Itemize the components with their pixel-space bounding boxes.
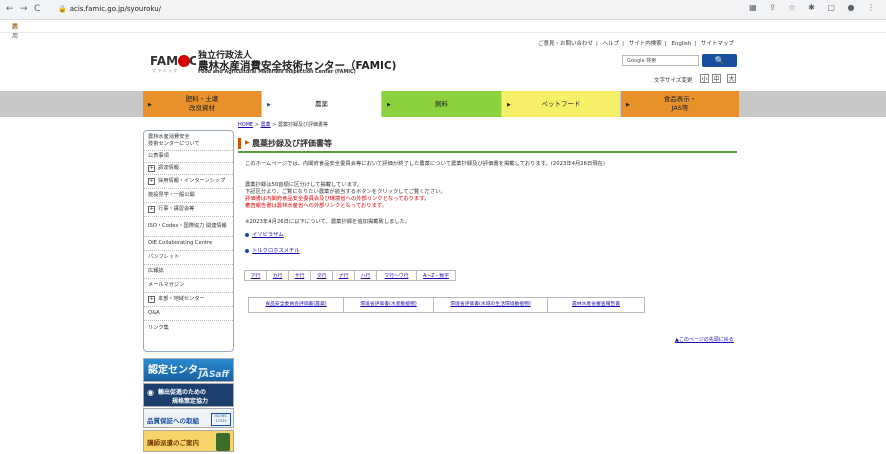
forward-arrow-icon[interactable]: → — [20, 3, 28, 15]
triangle-right-icon: ▶ — [267, 102, 271, 108]
contact-link[interactable]: ご意見・お問い合わせ — [538, 41, 593, 47]
page-title-bar: ▶ 農薬抄録及び評価書等 — [238, 137, 737, 153]
sidebar-menu: 農林水産消費安全 技術センターについて 公表事項 + 調達情報 + 採用情報・インタ… — [143, 130, 234, 352]
triangle-right-icon: ▶ — [507, 102, 511, 108]
sidebar-item-recruitment[interactable]: + 採用情報・インターンシップ — [144, 175, 233, 189]
nav-food-labeling[interactable]: ▶ 食品表示・ JAS等 — [621, 91, 739, 117]
tab-env-water-life[interactable]: 環境省評価書 (水域の生活環境動植物) — [434, 297, 548, 313]
page-title: 農薬抄録及び評価書等 — [252, 139, 332, 148]
tab-env-aquatic[interactable]: 環境省評価書 (水産動植物) — [344, 297, 434, 313]
sidebar-item-mail-magazine[interactable]: メールマガジン — [144, 279, 233, 293]
triangle-right-icon: ▶ — [245, 139, 250, 146]
google-search-input[interactable]: Google 検索 — [622, 55, 699, 66]
font-size-medium-button[interactable]: 中 — [712, 74, 721, 83]
kana-tab-alpha-num[interactable]: A～Z・数字 — [416, 270, 456, 281]
new-item-link-1[interactable]: イソピラザム — [245, 230, 284, 238]
lock-icon: 🔒 — [58, 5, 67, 13]
famic-logo[interactable]: FAM C フ ァ ミ ッ ク — [148, 51, 198, 73]
intro-text: このホームページでは、内閣府食品安全委員会等において評価が終了した農薬について農… — [245, 161, 606, 167]
info-line-1: 農薬抄録は50音順に区分けして掲載しています。 — [245, 182, 363, 188]
sidebar-item-about[interactable]: 農林水産消費安全 技術センターについて — [144, 131, 233, 151]
svg-text:FAM: FAM — [150, 54, 178, 68]
notice-red-2: 審査報告書は農林水産省への外部リンクとなっております。 — [245, 203, 387, 209]
org-name-en: Food and Agricultural Materials Inspecti… — [198, 70, 356, 75]
tab-maff-review[interactable]: 農林水産省 審査報告書 — [548, 297, 645, 313]
kana-tab-ka[interactable]: カ行 — [266, 270, 288, 281]
kana-tab-sa[interactable]: サ行 — [288, 270, 310, 281]
font-size-label: 文字サイズ変更 — [654, 78, 693, 84]
sidebar-item-qa[interactable]: Q&A — [144, 307, 233, 321]
update-notice: ※2023年4月26日に以下について、農薬抄録を追加掲載致しました。 — [245, 219, 411, 225]
globe-icon: ◉ — [147, 388, 154, 397]
sidebar-item-disclosure[interactable]: 公表事項 — [144, 151, 233, 163]
kana-tab-a[interactable]: ア行 — [244, 270, 266, 281]
font-size-large-button[interactable]: 大 — [727, 74, 736, 83]
nav-feed[interactable]: ▶ 飼料 — [382, 91, 501, 117]
lecturer-illustration-icon — [216, 433, 230, 451]
kana-tab-na[interactable]: ナ行 — [332, 270, 354, 281]
breadcrumb-current: 農薬抄録及び評価書等 — [277, 122, 328, 128]
breadcrumb-home[interactable]: HOME — [238, 122, 253, 128]
sidebar-item-branches[interactable]: + 本部・地域センター — [144, 293, 233, 307]
sidebar-item-iso-codex[interactable]: ISO・Codex・国際協力 関連情報 — [144, 217, 233, 237]
address-bar[interactable]: 🔒 acis.famic.go.jp/syouroku/ — [58, 3, 803, 16]
font-size-small-button[interactable]: 小 — [700, 74, 709, 83]
sidebar-item-oie[interactable]: OIE Collaborating Centre — [144, 237, 233, 251]
bullet-icon — [245, 232, 249, 237]
search-button[interactable]: 🔍 — [702, 54, 737, 67]
breadcrumb-pesticide[interactable]: 農薬 — [261, 122, 271, 128]
english-link[interactable]: English — [671, 41, 691, 47]
sidebar-item-pr-magazine[interactable]: 広報誌 — [144, 265, 233, 279]
sidebar-item-tour[interactable]: 施設見学・一般公開 — [144, 189, 233, 203]
bullet-icon — [245, 248, 249, 253]
url-text: acis.famic.go.jp/syouroku/ — [69, 5, 161, 13]
expand-plus-icon[interactable]: + — [148, 165, 155, 172]
browser-toolbar: ← → C 🔒 acis.famic.go.jp/syouroku/ ▦ ⇪ ☆ … — [0, 0, 886, 20]
bookmarks-bar: ▦ 応用 — [0, 20, 886, 40]
nav-fertilizer[interactable]: ▶ 肥料・土壌 改良資材 — [143, 91, 261, 117]
search-icon: 🔍 — [714, 56, 725, 65]
svg-text:フ ァ ミ ッ ク: フ ァ ミ ッ ク — [152, 67, 177, 73]
header-links: ご意見・お問い合わせ | ヘルプ | サイト内検索 | English | サイトマップ — [538, 41, 734, 47]
expand-plus-icon[interactable]: + — [148, 296, 155, 303]
tab-fsc-evaluation[interactable]: 食品安全委員会評価書 (農薬) — [248, 297, 344, 313]
nav-pesticide[interactable]: ▶ 農薬 — [262, 91, 381, 117]
back-arrow-icon[interactable]: ← — [6, 3, 14, 15]
banner-export-standards[interactable]: 輸出促進のための 規格策定協力 ◉ — [143, 383, 234, 407]
back-to-top-link[interactable]: ▲このページの先頭に戻る — [675, 336, 734, 343]
new-item-link-2[interactable]: トルクロホスメチル — [245, 246, 300, 254]
help-link[interactable]: ヘルプ — [603, 41, 620, 47]
triangle-right-icon: ▶ — [148, 102, 152, 108]
sitemap-link[interactable]: サイトマップ — [701, 41, 734, 47]
reload-icon[interactable]: C — [34, 3, 40, 15]
kana-tab-ma-wa[interactable]: マ行～ワ行 — [376, 270, 416, 281]
banner-quality-assurance[interactable]: 品質保証への取組 ISO/IEC 17025 — [143, 408, 234, 428]
info-line-2: 下記区分より、ご覧になりたい農薬が該当するボタンをクリックしてご覧ください。 — [245, 189, 446, 195]
extension-icons[interactable]: ▦ ⇪ ☆ ✱ ▢ ● ⋮ — [749, 3, 880, 12]
sidebar-item-procurement[interactable]: + 調達情報 — [144, 163, 233, 175]
sidebar-item-links[interactable]: リンク集 — [144, 321, 233, 335]
site-search-link[interactable]: サイト内検索 — [629, 41, 662, 47]
svg-text:C: C — [189, 54, 196, 68]
expand-plus-icon[interactable]: + — [148, 178, 155, 185]
triangle-right-icon: ▶ — [387, 102, 391, 108]
nav-petfood[interactable]: ▶ ペットフード — [502, 91, 620, 117]
triangle-right-icon: ▶ — [626, 102, 630, 108]
sidebar-item-pamphlet[interactable]: パンフレット — [144, 251, 233, 265]
expand-plus-icon[interactable]: + — [148, 206, 155, 213]
kana-tab-ta[interactable]: タ行 — [310, 270, 332, 281]
sidebar-item-events[interactable]: + 行事・講習会等 — [144, 203, 233, 217]
banner-jasaff[interactable]: 認定センター JASaff — [143, 358, 234, 382]
kana-tab-ha[interactable]: ハ行 — [354, 270, 376, 281]
breadcrumb: HOME > 農薬 > 農薬抄録及び評価書等 — [238, 122, 328, 128]
banner-lecturer[interactable]: 講師派遣のご案内 — [143, 430, 234, 452]
notice-red-1: 評価書は内閣府食品安全委員会及び環境省への外部リンクとなっております。 — [245, 196, 430, 202]
